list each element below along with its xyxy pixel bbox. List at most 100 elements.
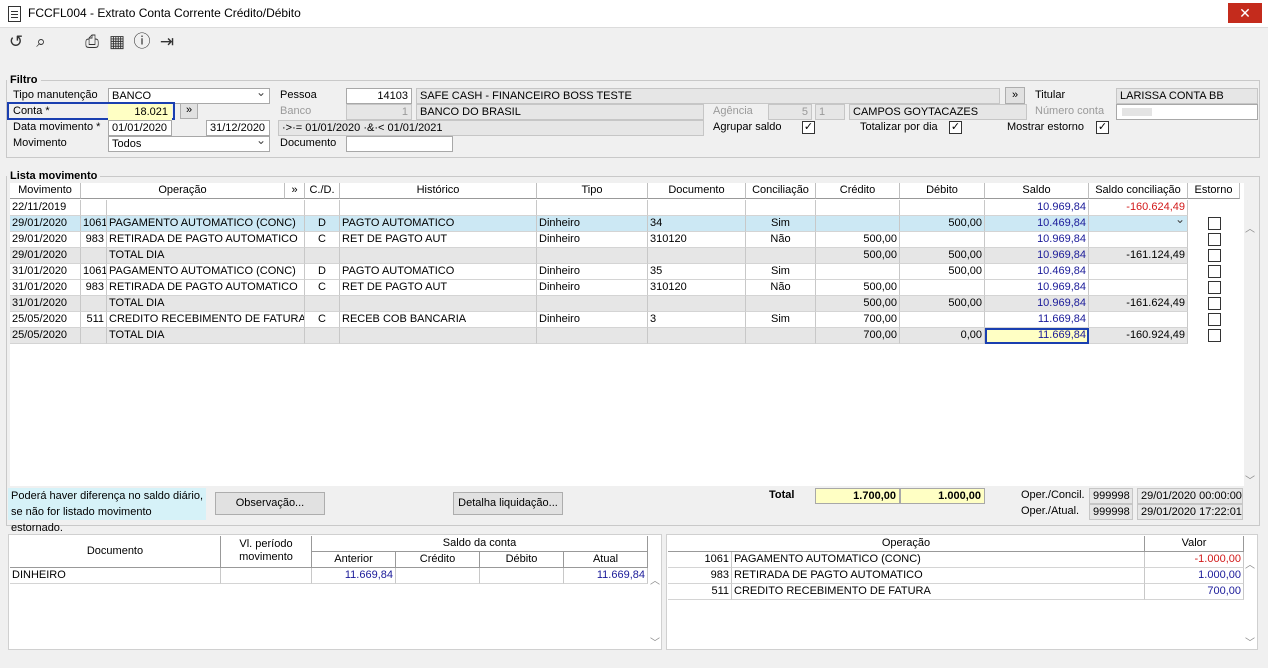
print-icon[interactable]: ⎙ [82,32,102,52]
cell-saldo-conc [1089,312,1188,328]
cell-saldo: 10.469,84 [985,216,1089,232]
conta-input[interactable]: 18.021 [108,104,172,120]
col-conciliacao[interactable]: Conciliação [746,183,816,199]
table-row[interactable]: 29/01/2020 1061 PAGAMENTO AUTOMATICO (CONC… [10,212,1188,232]
cell-mov: 25/05/2020 [10,328,81,344]
cell-saldo-conc: -160.924,49 [1089,328,1188,344]
col-documento[interactable]: Documento [648,183,746,199]
op-scroll-up-icon[interactable]: ︿ [1245,556,1255,571]
cell-cred: 500,00 [816,232,900,248]
agrupar-checkbox[interactable]: ✓ [802,121,815,134]
pessoa-code-input[interactable]: 14103 [346,88,412,104]
cell-cd [305,296,340,312]
op-cell-name: PAGAMENTO AUTOMATICO (CONC) [732,552,1145,568]
estorno-row-checkbox[interactable] [1208,233,1221,246]
col-cd[interactable]: C./D. [305,183,340,199]
col-saldo-conta: Saldo da conta [312,536,648,552]
col-movimento[interactable]: Movimento [10,183,81,199]
col-debito[interactable]: Débito [900,183,985,199]
estorno-row-checkbox[interactable] [1208,217,1221,230]
cell-tipo [537,328,648,344]
note-line-2: se não for listado movimento estornado. [11,506,152,534]
col-debito-saldo: Débito [480,552,564,568]
undo-icon[interactable]: ↺ [6,32,26,52]
documento-input[interactable] [346,136,453,152]
oper-concil-date: 29/01/2020 00:00:00 [1137,488,1243,504]
calendar-icon[interactable]: ▦ [107,32,127,52]
titular-label: Titular [1035,89,1066,101]
cell-op-code: 983 [81,280,107,296]
col-saldo-conciliacao[interactable]: Saldo conciliação [1089,183,1188,199]
cell-op: PAGAMENTO AUTOMATICO (CONC) [107,264,305,280]
operacao-row[interactable]: 511 CREDITO RECEBIMENTO DE FATURA 700,00 [668,584,1244,600]
estorno-row-checkbox[interactable] [1208,297,1221,310]
estorno-row-checkbox[interactable] [1208,313,1221,326]
total-dia-row[interactable]: 31/01/2020 TOTAL DIA 500,00 500,00 10.969,84… [10,296,1188,312]
cell-op [107,200,305,216]
estorno-row-checkbox[interactable] [1208,265,1221,278]
cell-doc: 3 [648,312,746,328]
cell-conc: Não [746,232,816,248]
titular-value: LARISSA CONTA BB [1116,88,1258,104]
documento-label: Documento [280,137,337,149]
scroll-down-icon[interactable]: ﹀ [1245,472,1255,487]
cell-saldo-conc [1089,264,1188,280]
scroll-up-icon[interactable]: ︿ [1245,220,1255,235]
observacao-button[interactable]: Observação... [215,492,325,515]
table-row[interactable]: 29/01/2020 983 RETIRADA DE PAGTO AUTOMATIC… [10,232,1188,248]
numero-masked [1122,108,1152,116]
col-tipo[interactable]: Tipo [537,183,648,199]
col-expand[interactable]: » [285,183,305,199]
cell-op-code: 1061 [81,264,107,280]
saldo-vl [221,568,312,584]
totalizar-label: Totalizar por dia [860,121,938,133]
table-row[interactable]: 22/11/2019 10.969,84 -160.624,49 [10,200,1188,216]
exit-icon[interactable]: ⇥ [157,32,177,52]
cell-conc [746,248,816,264]
cell-op: PAGAMENTO AUTOMATICO (CONC) [107,216,305,232]
total-dia-row[interactable]: 29/01/2020 TOTAL DIA 500,00 500,00 10.969,84… [10,248,1188,264]
estorno-row-checkbox[interactable] [1208,249,1221,262]
detalha-liquidacao-button[interactable]: Detalha liquidação... [453,492,563,515]
col-credito[interactable]: Crédito [816,183,900,199]
col-operacao[interactable]: Operação [81,183,285,199]
table-row[interactable]: 31/01/2020 983 RETIRADA DE PAGTO AUTOMATIC… [10,280,1188,296]
agrupar-label: Agrupar saldo [713,121,782,133]
cell-tipo: Dinheiro [537,280,648,296]
operacao-row[interactable]: 1061 PAGAMENTO AUTOMATICO (CONC) -1.000,00 [668,552,1244,568]
cell-saldo-conc [1089,232,1188,248]
close-button[interactable]: ✕ [1228,3,1262,23]
saldo-scroll-up-icon[interactable]: ︿ [650,572,660,587]
cell-saldo-conc [1089,216,1188,232]
conta-lookup-button[interactable]: » [180,103,198,119]
data-to-input[interactable]: 31/12/2020 [206,120,270,136]
col-saldo[interactable]: Saldo [985,183,1089,199]
cell-deb [900,312,985,328]
movimento-select[interactable]: Todos [108,136,270,152]
data-from-input[interactable]: 01/01/2020 [108,120,172,136]
banco-label: Banco [280,105,312,117]
op-cell-code: 1061 [668,552,732,568]
estorno-checkbox[interactable]: ✓ [1096,121,1109,134]
col-anterior: Anterior [312,552,396,568]
table-row[interactable]: 31/01/2020 1061 PAGAMENTO AUTOMATICO (CONC… [10,264,1188,280]
op-scroll-down-icon[interactable]: ﹀ [1245,634,1255,649]
help-icon[interactable]: ⓘ [132,32,152,52]
cell-tipo: Dinheiro [537,312,648,328]
cell-tipo: Dinheiro [537,216,648,232]
cell-deb [900,200,985,216]
col-historico[interactable]: Histórico [340,183,537,199]
operacao-row[interactable]: 983 RETIRADA DE PAGTO AUTOMATICO 1.000,00 [668,568,1244,584]
estorno-row-checkbox[interactable] [1208,281,1221,294]
estorno-row-checkbox[interactable] [1208,329,1221,342]
saldo-scroll-down-icon[interactable]: ﹀ [650,634,660,649]
pessoa-lookup-button[interactable]: » [1005,87,1025,104]
totalizar-checkbox[interactable]: ✓ [949,121,962,134]
cell-hist [340,296,537,312]
search-icon[interactable]: ⌕ [31,32,51,52]
table-row[interactable]: 25/05/2020 511 CREDITO RECEBIMENTO DE FATU… [10,312,1188,328]
col-estorno[interactable]: Estorno [1188,183,1240,199]
cell-mov: 29/01/2020 [10,232,81,248]
saldo-conta-row[interactable]: DINHEIRO 11.669,84 11.669,84 [10,568,648,584]
total-dia-row[interactable]: 25/05/2020 TOTAL DIA 700,00 0,00 11.669,84 -1… [10,328,1188,344]
